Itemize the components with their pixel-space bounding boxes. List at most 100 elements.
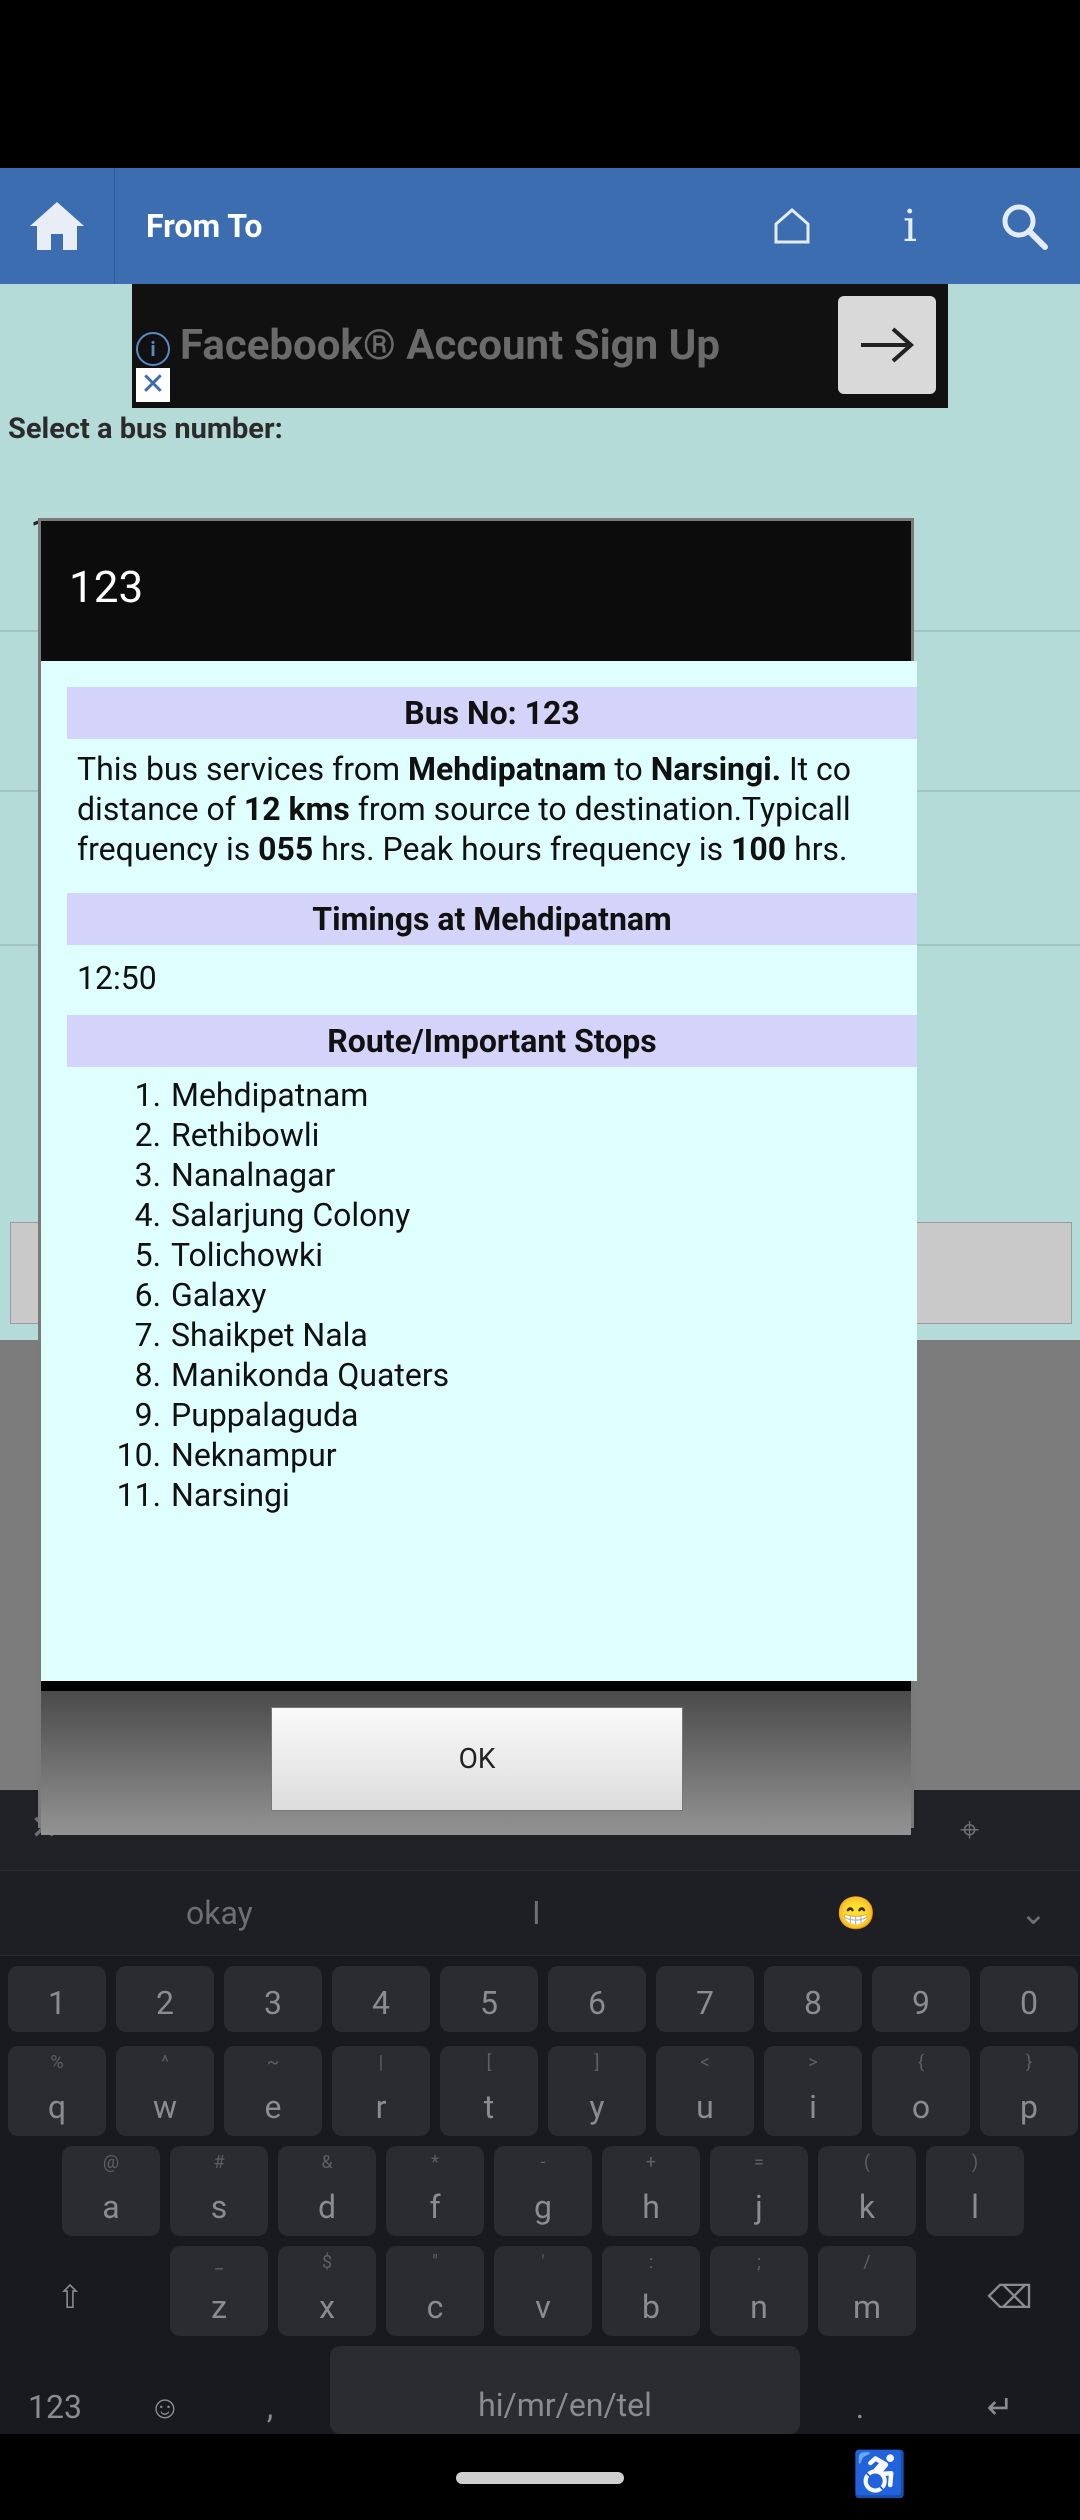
enter-key[interactable]: ↵ [940, 2366, 1060, 2436]
key[interactable]: 8 [764, 1966, 862, 2032]
stop-name: Galaxy [171, 1276, 267, 1314]
ad-banner[interactable]: Facebook® Account Sign Up i ✕ [132, 284, 948, 408]
backspace-key[interactable]: ⌫ [950, 2238, 1070, 2326]
distance: 12 kms [243, 790, 350, 828]
key[interactable]: < u [656, 2046, 754, 2136]
key[interactable]: 3 [224, 1966, 322, 2032]
stop-number: 8. [134, 1356, 161, 1394]
key[interactable]: ~ e [224, 2046, 322, 2136]
home-icon [30, 202, 84, 250]
key[interactable]: $ x [278, 2246, 376, 2336]
chevron-down-icon[interactable]: ⌄ [1020, 1871, 1047, 1955]
key[interactable]: ^ w [116, 2046, 214, 2136]
key[interactable]: 0 [980, 1966, 1078, 2032]
select-bus-label: Select a bus number: [8, 412, 283, 446]
key[interactable]: 1 [8, 1966, 106, 2032]
key[interactable]: :b [602, 2246, 700, 2336]
key[interactable]: ' v [494, 2246, 592, 2336]
stop-number: 4. [134, 1196, 161, 1234]
stop-number: 6. [134, 1276, 161, 1314]
stop-item: 2. Rethibowli [89, 1115, 449, 1155]
key[interactable]: (k [818, 2146, 916, 2236]
stop-number: 1. [134, 1076, 161, 1114]
key[interactable]: # s [170, 2146, 268, 2236]
source-stop: Mehdipatnam [407, 750, 607, 788]
ad-close-icon[interactable]: ✕ [136, 368, 170, 402]
comma-key[interactable]: , [230, 2366, 310, 2436]
stops-header: Route/Important Stops [67, 1015, 917, 1067]
accessibility-icon[interactable]: ♿ [852, 2448, 907, 2500]
key[interactable]: ; n [710, 2246, 808, 2336]
key[interactable]: / m [818, 2246, 916, 2336]
stop-item: 1. Mehdipatnam [89, 1075, 449, 1115]
key[interactable]: * f [386, 2146, 484, 2236]
search-button[interactable] [994, 168, 1054, 284]
mode-key[interactable]: 123 [10, 2366, 100, 2436]
key[interactable]: = j [710, 2146, 808, 2236]
key[interactable]: @ a [62, 2146, 160, 2236]
suggestion[interactable]: I [532, 1871, 541, 1955]
status-bar [0, 0, 1080, 168]
stop-number: 5. [134, 1236, 161, 1274]
key[interactable]: ) l [926, 2146, 1024, 2236]
key[interactable]: 5 [440, 1966, 538, 2032]
stop-item: 6. Galaxy [89, 1275, 449, 1315]
key[interactable]: 7 [656, 1966, 754, 2032]
stop-item: 9. Puppalaguda [89, 1395, 449, 1435]
stop-number: 10. [116, 1436, 161, 1474]
ad-info-icon[interactable]: i [136, 332, 170, 366]
timing-value: 12:50 [77, 959, 157, 997]
ok-button[interactable]: OK [271, 1707, 683, 1811]
emoji-key[interactable]: ☺ [120, 2366, 210, 2436]
timings-header: Timings at Mehdipatnam [67, 893, 917, 945]
stop-number: 3. [134, 1156, 161, 1194]
dialog-body: Bus No: 123 This bus services from Mehdi… [41, 661, 917, 1681]
key[interactable]: } p [980, 2046, 1078, 2136]
ad-arrow-button[interactable] [838, 296, 936, 394]
key[interactable]: " c [386, 2246, 484, 2336]
search-icon [1002, 204, 1048, 250]
stop-name: Narsingi [171, 1476, 290, 1514]
space-key[interactable]: hi/mr/en/tel [330, 2346, 800, 2434]
home-button[interactable] [0, 168, 115, 284]
key[interactable]: {o [872, 2046, 970, 2136]
stops-list: 1. Mehdipatnam 2. Rethibowli 3. Nanalnagar 4. S… [89, 1075, 450, 1515]
key[interactable]: _ z [170, 2246, 268, 2336]
stop-name: Rethibowli [171, 1116, 320, 1154]
location-icon[interactable]: ⌖ [960, 1810, 979, 1850]
key[interactable]: > i [764, 2046, 862, 2136]
key[interactable]: 2 [116, 1966, 214, 2032]
house-button[interactable] [762, 168, 822, 284]
stop-name: Puppalaguda [171, 1396, 359, 1434]
suggestion-bar: okay I 😁 ⌄ [0, 1870, 1080, 1956]
peak-frequency: 100 [731, 830, 787, 868]
key[interactable]: + h [602, 2146, 700, 2236]
key[interactable]: 9 [872, 1966, 970, 2032]
key[interactable]: ] y [548, 2046, 646, 2136]
stop-number: 11. [116, 1476, 161, 1514]
shift-key[interactable]: ⇧ [10, 2238, 130, 2326]
key[interactable]: & d [278, 2146, 376, 2236]
bus-description: This bus services from Mehdipatnam to Na… [77, 750, 852, 868]
key[interactable]: [t [440, 2046, 538, 2136]
bus-details-dialog: 123 Bus No: 123 This bus services from M… [38, 518, 917, 1835]
key[interactable]: -g [494, 2146, 592, 2236]
suggestion[interactable]: okay [186, 1871, 253, 1955]
home-gesture-pill[interactable] [456, 2472, 624, 2484]
key[interactable]: 4 [332, 1966, 430, 2032]
stop-name: Mehdipatnam [171, 1076, 369, 1114]
key[interactable]: | r [332, 2046, 430, 2136]
dialog-button-bar: OK [41, 1681, 911, 1835]
stop-number: 7. [134, 1316, 161, 1354]
stop-item: 7. Shaikpet Nala [89, 1315, 449, 1355]
key[interactable]: 6 [548, 1966, 646, 2032]
key[interactable]: % q [8, 2046, 106, 2136]
ad-text: Facebook® Account Sign Up [180, 321, 720, 370]
stop-item: 11. Narsingi [89, 1475, 449, 1515]
info-button[interactable]: i [890, 168, 930, 284]
dialog-title: 123 [69, 561, 144, 613]
stop-number: 9. [134, 1396, 161, 1434]
suggestion[interactable]: 😁 [836, 1871, 876, 1955]
period-key[interactable]: . [820, 2366, 900, 2436]
stop-number: 2. [134, 1116, 161, 1154]
